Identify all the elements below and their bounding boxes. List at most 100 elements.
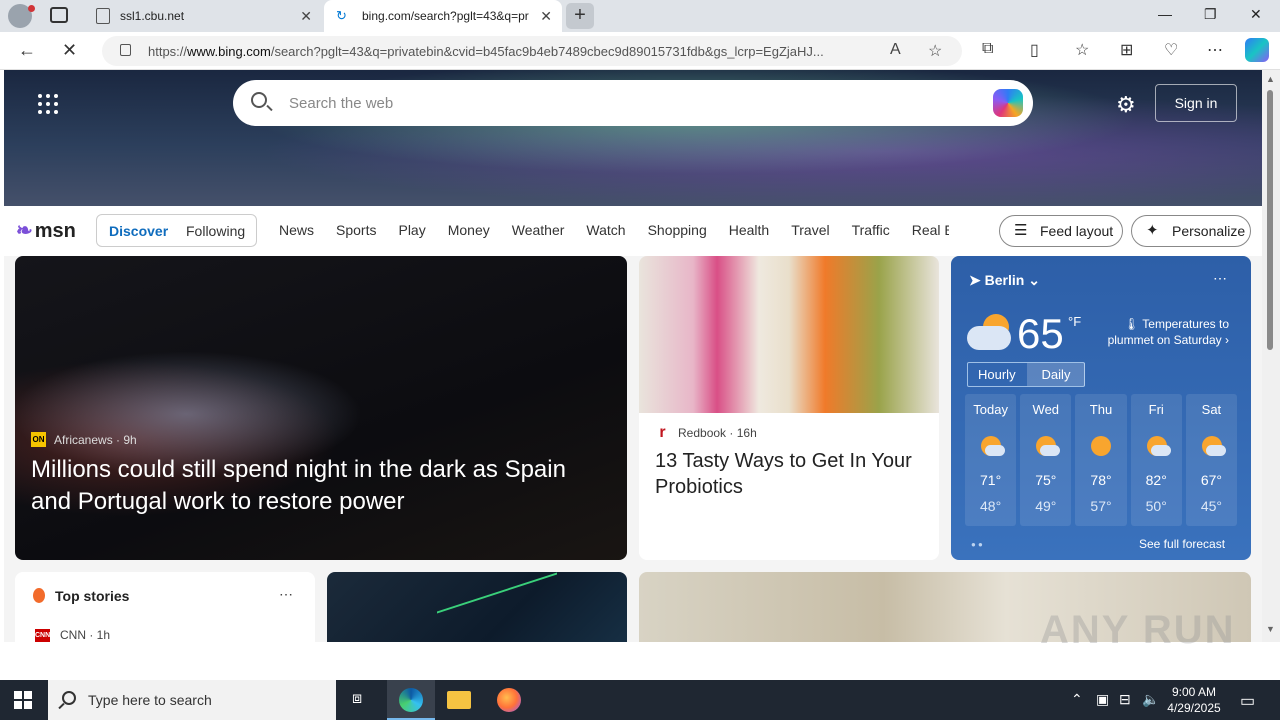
nav-shopping[interactable]: Shopping xyxy=(648,222,707,238)
day-low: 45° xyxy=(1200,498,1222,514)
nav-traffic[interactable]: Traffic xyxy=(852,222,890,238)
forecast-day[interactable]: Thu 78° 57° xyxy=(1075,394,1127,526)
main-story-card[interactable]: ON Africanews · 9h Millions could still … xyxy=(15,256,627,560)
url-path: /search?pglt=43&q=privatebin&cvid=b45fac… xyxy=(270,44,824,59)
close-window-icon[interactable]: ✕ xyxy=(1250,6,1262,23)
nav-travel[interactable]: Travel xyxy=(791,222,829,238)
sign-in-button[interactable]: Sign in xyxy=(1155,84,1237,122)
msn-logo[interactable]: ❧ msn xyxy=(16,218,76,243)
file-explorer-icon[interactable] xyxy=(447,691,471,709)
notifications-icon[interactable]: ▭ xyxy=(1240,691,1255,711)
tab-ssl1[interactable]: ssl1.cbu.net ✕ xyxy=(84,0,322,32)
bing-hero: ⚙ Sign in xyxy=(4,70,1262,206)
daily-forecast: Today 71° 48° Wed 75° 49° Thu 78° 57° Fri 82° 50… xyxy=(965,394,1238,526)
food-story-title[interactable]: 13 Tasty Ways to Get In Your Probiotics xyxy=(655,448,925,500)
close-tab-icon[interactable]: ✕ xyxy=(300,8,312,25)
clock-date: 4/29/2025 xyxy=(1167,701,1221,715)
tab-bing[interactable]: ↻ bing.com/search?pglt=43&q=pr ✕ xyxy=(324,0,562,32)
forecast-day[interactable]: Sat 67° 45° xyxy=(1185,394,1238,526)
source-name: CNN xyxy=(60,628,86,642)
more-menu-icon[interactable]: ⋯ xyxy=(1207,40,1223,60)
taskbar: Type here to search ⧈ ⌃ ▣ ⊟ 🔈 9:00 AM 4/… xyxy=(0,680,1280,720)
copilot-search-icon[interactable] xyxy=(993,89,1023,117)
nav-news[interactable]: News xyxy=(279,222,314,238)
search-icon xyxy=(251,92,267,108)
nav-watch[interactable]: Watch xyxy=(586,222,625,238)
close-tab-icon[interactable]: ✕ xyxy=(540,8,552,25)
more-options-icon[interactable]: ⋯ xyxy=(279,586,293,603)
url-text[interactable]: https://www.bing.com/search?pglt=43&q=pr… xyxy=(148,44,888,59)
scroll-down-icon[interactable]: ▼ xyxy=(1266,624,1275,634)
main-story-title[interactable]: Millions could still spend night in the … xyxy=(31,454,611,518)
nav-weather[interactable]: Weather xyxy=(512,222,565,238)
nav-play[interactable]: Play xyxy=(398,222,425,238)
back-icon[interactable]: ← xyxy=(18,40,36,61)
lock-icon[interactable] xyxy=(120,44,131,56)
fire-icon xyxy=(33,588,45,603)
anyrun-watermark: ANY RUN xyxy=(1040,608,1236,652)
tab-actions-icon[interactable] xyxy=(50,7,68,23)
day-high: 75° xyxy=(1035,472,1057,488)
taskbar-search[interactable]: Type here to search xyxy=(48,680,336,720)
network-icon[interactable]: ⊟ xyxy=(1119,691,1131,708)
collections-icon[interactable]: ⊞ xyxy=(1120,40,1133,60)
read-aloud-icon[interactable]: A xyxy=(890,41,901,59)
tab-following[interactable]: Following xyxy=(186,223,245,239)
address-bar[interactable]: https://www.bing.com/search?pglt=43&q=pr… xyxy=(102,36,962,66)
minimize-icon[interactable]: — xyxy=(1158,6,1172,22)
partly-cloudy-icon xyxy=(1201,436,1226,456)
windows-start-icon[interactable] xyxy=(14,691,32,709)
nav-money[interactable]: Money xyxy=(448,222,490,238)
favorite-star-icon[interactable]: ☆ xyxy=(928,41,942,61)
volume-icon[interactable]: 🔈 xyxy=(1142,691,1159,708)
forecast-day[interactable]: Fri 82° 50° xyxy=(1130,394,1182,526)
tab-bar: ssl1.cbu.net ✕ ↻ bing.com/search?pglt=43… xyxy=(0,0,1280,32)
weather-location[interactable]: ➤ Berlin ⌄ xyxy=(969,272,1040,289)
tab-discover[interactable]: Discover xyxy=(109,223,168,239)
device-icon[interactable]: ▣ xyxy=(1096,691,1109,708)
food-story-card[interactable]: r Redbook · 16h 13 Tasty Ways to Get In … xyxy=(639,256,939,560)
africanews-logo: ON xyxy=(31,432,46,447)
copilot-icon[interactable] xyxy=(1245,38,1269,62)
new-tab-button[interactable]: + xyxy=(566,3,594,29)
nav-sports[interactable]: Sports xyxy=(336,222,376,238)
personalize-button[interactable]: ✦ Personalize xyxy=(1131,215,1251,247)
temperature-unit[interactable]: °F xyxy=(1068,314,1081,329)
day-low: 49° xyxy=(1035,498,1057,514)
forecast-day[interactable]: Today 71° 48° xyxy=(965,394,1017,526)
split-screen-icon[interactable]: ▯ xyxy=(1030,40,1039,60)
weather-card[interactable]: ➤ Berlin ⌄ ⋯ 65 °F 🌡 Temperatures to plu… xyxy=(951,256,1251,560)
search-input[interactable] xyxy=(289,92,969,114)
redbook-logo: r xyxy=(659,424,666,441)
nav-real-estate[interactable]: Real E xyxy=(912,222,949,238)
scroll-up-icon[interactable]: ▲ xyxy=(1266,74,1275,84)
vertical-scrollbar[interactable]: ▲ ▼ xyxy=(1262,70,1280,642)
carousel-dots[interactable]: ● ● xyxy=(971,540,983,549)
feed-layout-button[interactable]: ☰ Feed layout xyxy=(999,215,1123,247)
stop-icon[interactable]: ✕ xyxy=(62,40,77,61)
edge-icon[interactable] xyxy=(399,688,423,712)
tab-daily[interactable]: Daily xyxy=(1027,363,1085,386)
extensions-icon[interactable]: ⧉ xyxy=(982,40,993,58)
alert-text: Temperatures to plummet on Saturday xyxy=(1107,317,1229,347)
settings-gear-icon[interactable]: ⚙ xyxy=(1116,92,1136,118)
current-temperature: 65 xyxy=(1017,310,1064,357)
more-options-icon[interactable]: ⋯ xyxy=(1213,270,1227,287)
clock[interactable]: 9:00 AM 4/29/2025 xyxy=(1164,684,1224,716)
performance-icon[interactable]: ♡ xyxy=(1164,40,1178,60)
favorites-icon[interactable]: ☆ xyxy=(1075,40,1089,60)
weather-alert[interactable]: 🌡 Temperatures to plummet on Saturday › xyxy=(1101,316,1229,348)
scrollbar-thumb[interactable] xyxy=(1267,90,1273,350)
task-view-icon[interactable]: ⧈ xyxy=(352,690,362,708)
finance-story-card[interactable] xyxy=(327,572,627,642)
story-source[interactable]: CNN CNN · 1h xyxy=(35,628,110,642)
forecast-day[interactable]: Wed 75° 49° xyxy=(1020,394,1072,526)
nav-health[interactable]: Health xyxy=(729,222,769,238)
top-stories-card: Top stories ⋯ CNN CNN · 1h xyxy=(15,572,315,642)
restore-icon[interactable]: ❐ xyxy=(1204,6,1217,23)
see-full-forecast-link[interactable]: See full forecast xyxy=(1139,537,1225,551)
tab-hourly[interactable]: Hourly xyxy=(978,367,1016,382)
show-hidden-icons-icon[interactable]: ⌃ xyxy=(1071,691,1083,708)
apps-grid-icon[interactable] xyxy=(38,94,58,114)
firefox-icon[interactable] xyxy=(497,688,521,712)
